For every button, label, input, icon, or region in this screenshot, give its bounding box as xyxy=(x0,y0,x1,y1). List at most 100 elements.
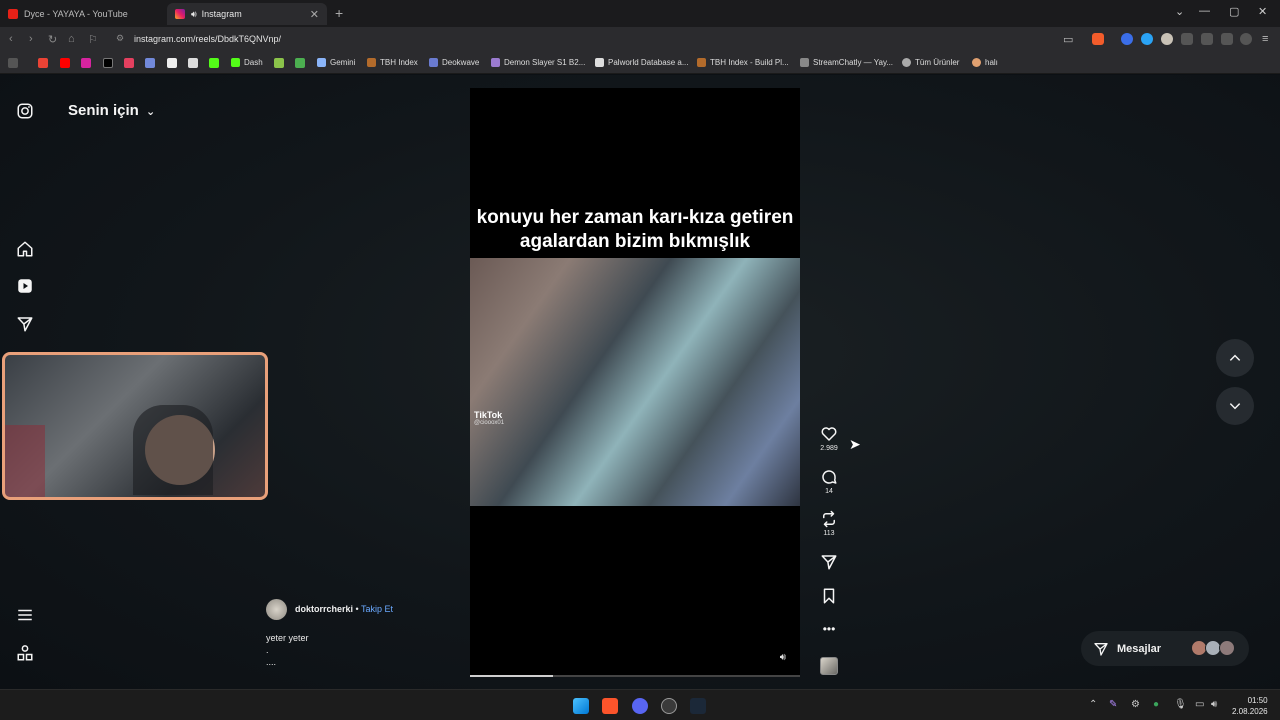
discord-icon[interactable] xyxy=(145,58,155,68)
author-name[interactable]: doktorrcherki xyxy=(295,604,353,614)
site-info-icon[interactable]: ⚙ xyxy=(116,33,124,44)
menu-icon[interactable]: ≡ xyxy=(1262,33,1268,45)
bookmark-dash[interactable]: Dash xyxy=(231,58,263,67)
brave-shield-icon[interactable] xyxy=(1092,33,1104,45)
reel-video[interactable]: konuyu her zaman karı-kıza getiren agala… xyxy=(470,88,800,677)
feed-selector[interactable]: Senin için ⌄ xyxy=(68,102,155,119)
comment-icon xyxy=(822,470,837,484)
tab-bar: Dyce - YAYAYA - YouTube 🔊︎ Instagram ✕ +… xyxy=(0,0,1280,27)
back-icon[interactable]: ‹ xyxy=(9,33,13,45)
tab-instagram[interactable]: 🔊︎ Instagram ✕ xyxy=(167,3,327,25)
volume-icon[interactable]: 🔊︎ xyxy=(1211,699,1217,710)
separator-dot: • xyxy=(355,604,359,614)
bookmark-icon[interactable] xyxy=(188,58,198,68)
save-button[interactable] xyxy=(816,587,842,605)
mouse-cursor-icon: ➤ xyxy=(849,436,861,452)
bookmark-hali[interactable]: halı xyxy=(972,58,998,67)
bookmark-icon[interactable] xyxy=(295,58,305,68)
gmail-icon[interactable] xyxy=(38,58,48,68)
comment-count: 14 xyxy=(825,488,833,495)
repost-button[interactable]: 113 xyxy=(816,510,842,537)
bookmark-icon[interactable] xyxy=(167,58,177,68)
puzzle-icon[interactable] xyxy=(1181,33,1193,45)
extension-icon[interactable] xyxy=(1161,33,1173,45)
kick-icon[interactable] xyxy=(209,58,219,68)
background-light xyxy=(5,425,45,497)
discord-icon[interactable] xyxy=(632,698,648,714)
send-icon[interactable] xyxy=(16,315,34,333)
speaker-icon[interactable]: 🔊︎ xyxy=(780,652,786,663)
follow-button[interactable]: Takip Et xyxy=(361,604,393,614)
comment-button[interactable]: 14 xyxy=(816,468,842,495)
close-tab-icon[interactable]: ✕ xyxy=(310,8,319,21)
audio-button[interactable] xyxy=(816,657,842,675)
instagram-icon[interactable] xyxy=(81,58,91,68)
steam-icon[interactable] xyxy=(690,698,706,714)
app-icon[interactable] xyxy=(661,698,677,714)
webcam-overlay xyxy=(2,352,268,500)
instagram-icon xyxy=(175,9,185,19)
gaming-chair xyxy=(133,405,213,495)
bookmark-streamchatly[interactable]: StreamChatly — Yay... xyxy=(800,58,893,67)
extension-icon[interactable] xyxy=(1141,33,1153,45)
tray-app-icon[interactable]: ✎ xyxy=(1109,699,1117,710)
more-apps-icon[interactable] xyxy=(16,644,34,662)
brave-icon[interactable] xyxy=(602,698,618,714)
clock[interactable]: 01:50 2.08.2026 xyxy=(1232,695,1268,717)
previous-reel-button[interactable] xyxy=(1216,339,1254,377)
bookmark-tbh-index[interactable]: TBH Index xyxy=(367,58,418,67)
close-window-button[interactable]: ✕ xyxy=(1258,5,1267,18)
steam-tray-icon[interactable]: ⚙ xyxy=(1131,699,1140,710)
cast-icon[interactable]: ▭ xyxy=(1063,33,1073,46)
bookmark-tbh-build[interactable]: TBH Index - Build Pl... xyxy=(697,58,789,67)
home-icon[interactable] xyxy=(16,240,34,258)
windows-start-icon[interactable] xyxy=(573,698,589,714)
youtube-icon xyxy=(8,9,18,19)
media-icon[interactable] xyxy=(1201,33,1213,45)
tab-search-icon[interactable]: ⌄ xyxy=(1175,5,1184,18)
apps-icon[interactable] xyxy=(8,58,18,68)
bookmark-demon-slayer[interactable]: Demon Slayer S1 B2... xyxy=(491,58,585,67)
bookmark-icon[interactable]: ⚐ xyxy=(88,33,98,46)
new-tab-button[interactable]: + xyxy=(335,5,343,21)
bookmark-icon[interactable] xyxy=(274,58,284,68)
bookmark-gemini[interactable]: Gemini xyxy=(317,58,355,67)
share-button[interactable] xyxy=(816,553,842,571)
tray-app-icon[interactable]: ● xyxy=(1153,699,1159,710)
author-avatar[interactable] xyxy=(266,599,287,620)
url-input[interactable]: instagram.com/reels/DbdkT6QNVnp/ xyxy=(134,34,281,44)
tab-youtube[interactable]: Dyce - YAYAYA - YouTube xyxy=(0,3,165,25)
clock-time: 01:50 xyxy=(1247,696,1268,705)
home-icon[interactable]: ⌂ xyxy=(68,33,75,45)
network-icon[interactable]: ▭ xyxy=(1195,699,1204,710)
bookmark-tum-urunler[interactable]: Tüm Ürünler xyxy=(902,58,959,67)
chevron-up-icon[interactable]: ⌃ xyxy=(1089,699,1097,710)
send-icon xyxy=(821,555,837,570)
messages-button[interactable]: Mesajlar xyxy=(1081,631,1249,666)
youtube-icon[interactable] xyxy=(60,58,70,68)
maximize-button[interactable]: ▢ xyxy=(1229,5,1239,18)
bookmark-deokwave[interactable]: Deokwave xyxy=(429,58,479,67)
progress-fill xyxy=(470,675,553,677)
reels-icon[interactable] xyxy=(16,277,34,295)
bookmark-palworld[interactable]: Palworld Database a... xyxy=(595,58,689,67)
more-options-button[interactable]: ••• xyxy=(816,622,842,636)
video-frame: TikTok @ciooox01 xyxy=(470,258,800,506)
like-button[interactable]: 2.989 xyxy=(816,425,842,452)
instagram-logo[interactable] xyxy=(16,102,34,120)
vpn-icon[interactable] xyxy=(1240,33,1252,45)
bookmark-icon[interactable] xyxy=(124,58,134,68)
microphone-icon[interactable]: 🎙︎ xyxy=(1174,699,1187,710)
next-reel-button[interactable] xyxy=(1216,387,1254,425)
bookmarks-bar: Dash Gemini TBH Index Deokwave Demon Sla… xyxy=(0,52,1280,74)
tab-label: Instagram xyxy=(201,9,242,19)
menu-icon[interactable] xyxy=(16,606,34,624)
minimize-button[interactable]: — xyxy=(1199,5,1210,17)
heart-icon xyxy=(821,427,837,441)
video-progress-bar[interactable] xyxy=(470,675,800,677)
x-icon[interactable] xyxy=(103,58,113,68)
sidebar-icon[interactable] xyxy=(1221,33,1233,45)
extension-icon[interactable] xyxy=(1121,33,1133,45)
reload-icon[interactable]: ↻ xyxy=(48,33,57,46)
forward-icon[interactable]: › xyxy=(29,33,33,45)
